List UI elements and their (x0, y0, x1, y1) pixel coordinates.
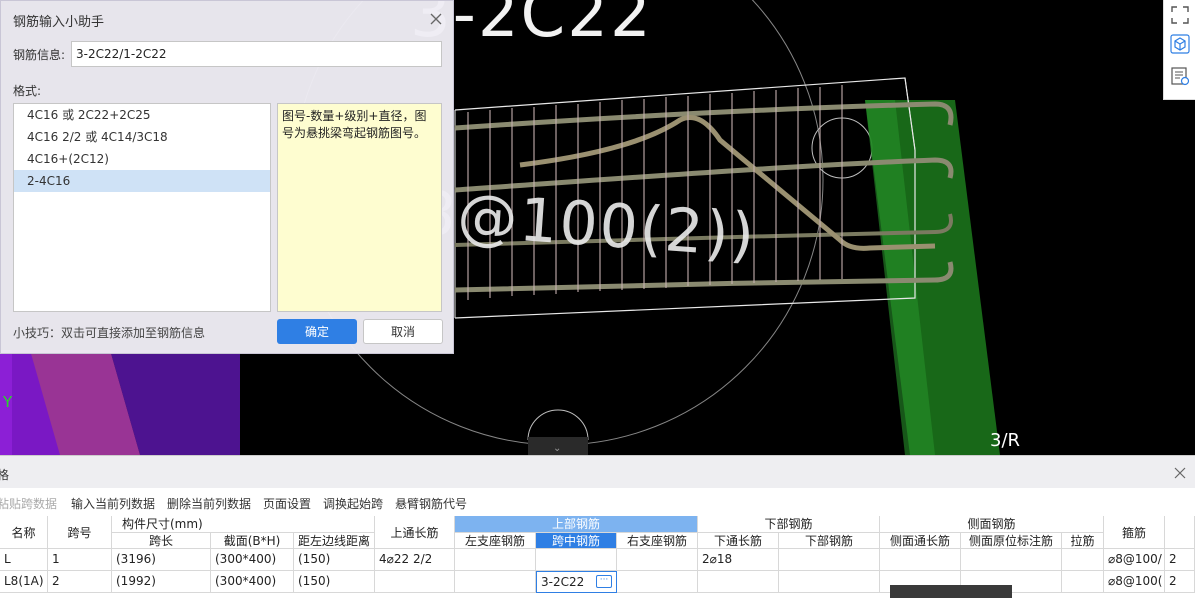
view-toolbar (1163, 0, 1195, 100)
cell-span-length[interactable]: (3196) (112, 549, 211, 571)
cell-top-through[interactable]: 4⌀22 2/2 (375, 549, 455, 571)
cell-side-through[interactable] (880, 549, 961, 571)
format-label: 格式: (13, 84, 42, 98)
header-side-through: 侧面通长筋 (880, 533, 961, 549)
span-table-panel: 格 粘贴跨数据 输入当前列数据 删除当前列数据 页面设置 调换起始跨 悬臂钢筋代… (0, 455, 1195, 598)
cell-section[interactable]: (300*400) (211, 571, 294, 593)
header-mid-span: 跨中钢筋 (536, 533, 617, 549)
header-side-rebar: 侧面钢筋 (880, 516, 1104, 533)
cell-left-dist[interactable]: (150) (294, 571, 375, 593)
cell-mid-span-editing[interactable]: 3-2C22 ··· (536, 571, 617, 593)
format-item[interactable]: 4C16+(2C12) (14, 148, 270, 170)
tooltip-popup (890, 585, 1012, 598)
header-span-no: 跨号 (48, 516, 112, 549)
y-axis-indicator: Y (3, 393, 13, 411)
cell-bottom[interactable] (779, 571, 880, 593)
format-item-selected[interactable]: 2-4C16 (14, 170, 270, 192)
format-description: 图号-数量+级别+直径，图号为悬挑梁弯起钢筋图号。 (277, 103, 442, 312)
header-bottom-through: 下通长筋 (698, 533, 779, 549)
ok-button[interactable]: 确定 (277, 319, 357, 344)
axis-grid-label: 3/R (990, 430, 1021, 451)
cell-right-support[interactable] (617, 549, 698, 571)
cancel-button[interactable]: 取消 (363, 319, 443, 344)
cell-right-support[interactable] (617, 571, 698, 593)
layer-view-icon[interactable] (1169, 65, 1191, 87)
close-icon[interactable] (1173, 466, 1187, 480)
cell-name[interactable]: L (0, 549, 48, 571)
panel-toolbar: 粘贴跨数据 输入当前列数据 删除当前列数据 页面设置 调换起始跨 悬臂钢筋代号 (0, 488, 1195, 516)
input-column-data-button[interactable]: 输入当前列数据 (71, 495, 155, 512)
dialog-title: 钢筋输入小助手 (13, 15, 105, 30)
header-name: 名称 (0, 516, 48, 549)
header-member-size: 构件尺寸(mm) (112, 516, 375, 533)
cell-side-in-situ[interactable] (961, 549, 1062, 571)
cell-tie[interactable] (1062, 549, 1104, 571)
app-window: ⌄ 3-2C22 8@100(2)) 3/R Y 钢筋输入小助手 钢筋信息: 3… (0, 0, 1195, 598)
header-right-support: 右支座钢筋 (617, 533, 698, 549)
cell-extra[interactable]: 2 (1165, 549, 1195, 571)
cell-name[interactable]: L8(1A) (0, 571, 48, 593)
header-section: 截面(B*H) (211, 533, 294, 549)
cell-extra[interactable]: 2 (1165, 571, 1195, 593)
tip-text: 小技巧：双击可直接添加至钢筋信息 (13, 326, 206, 340)
cell-stirrup[interactable]: ⌀8@100( (1104, 571, 1165, 593)
panel-header: 格 (0, 455, 1195, 488)
header-side-in-situ: 侧面原位标注筋 (961, 533, 1062, 549)
header-top-rebar: 上部钢筋 (455, 516, 698, 533)
header-span-length: 跨长 (112, 533, 211, 549)
cell-bottom-through[interactable]: 2⌀18 (698, 549, 779, 571)
cell-span[interactable]: 2 (48, 571, 112, 593)
delete-column-data-button[interactable]: 删除当前列数据 (167, 495, 251, 512)
header-bottom-rebar: 下部钢筋 (698, 516, 880, 533)
format-item[interactable]: 4C16 2/2 或 4C14/3C18 (14, 126, 270, 148)
cell-left-support[interactable] (455, 549, 536, 571)
header-tie-bar: 拉筋 (1062, 533, 1104, 549)
panel-title: 格 (0, 468, 10, 482)
more-options-icon[interactable]: ··· (596, 575, 612, 588)
close-icon[interactable] (428, 11, 444, 27)
header-extra (1165, 516, 1195, 549)
cell-bottom[interactable] (779, 549, 880, 571)
cell-bottom-through[interactable] (698, 571, 779, 593)
format-list: 4C16 或 2C22+2C25 4C16 2/2 或 4C14/3C18 4C… (13, 103, 271, 312)
cell-mid-span-value[interactable]: 3-2C22 (541, 575, 584, 589)
rebar-info-input[interactable] (71, 41, 442, 67)
cell-section[interactable]: (300*400) (211, 549, 294, 571)
rebar-info-label: 钢筋信息: (13, 48, 66, 62)
paste-span-data-button[interactable]: 粘贴跨数据 (0, 495, 57, 512)
cell-span[interactable]: 1 (48, 549, 112, 571)
fullscreen-icon[interactable] (1169, 4, 1191, 26)
cell-left-support[interactable] (455, 571, 536, 593)
cell-top-through[interactable] (375, 571, 455, 593)
cell-mid-span[interactable] (536, 549, 617, 571)
header-left-edge-distance: 距左边线距离 (294, 533, 375, 549)
cell-tie[interactable] (1062, 571, 1104, 593)
span-data-table: 名称 跨号 构件尺寸(mm) 上通长筋 上部钢筋 下部钢筋 侧面钢筋 箍筋 跨长… (0, 516, 1195, 598)
cantilever-code-button[interactable]: 悬臂钢筋代号 (395, 495, 467, 512)
swap-start-span-button[interactable]: 调换起始跨 (323, 495, 383, 512)
cell-span-length[interactable]: (1992) (112, 571, 211, 593)
format-item[interactable]: 4C16 或 2C22+2C25 (14, 104, 270, 126)
page-setup-button[interactable]: 页面设置 (263, 495, 311, 512)
header-left-support: 左支座钢筋 (455, 533, 536, 549)
header-bottom-rebar-sub: 下部钢筋 (779, 533, 880, 549)
cell-stirrup[interactable]: ⌀8@100/ (1104, 549, 1165, 571)
svg-text:⌄: ⌄ (553, 443, 561, 454)
cell-left-dist[interactable]: (150) (294, 549, 375, 571)
header-top-through: 上通长筋 (375, 516, 455, 549)
rebar-input-assistant-dialog: 钢筋输入小助手 钢筋信息: 格式: 4C16 或 2C22+2C25 4C16 … (0, 0, 454, 354)
3d-cube-icon[interactable] (1169, 33, 1191, 55)
header-stirrup: 箍筋 (1104, 516, 1165, 549)
